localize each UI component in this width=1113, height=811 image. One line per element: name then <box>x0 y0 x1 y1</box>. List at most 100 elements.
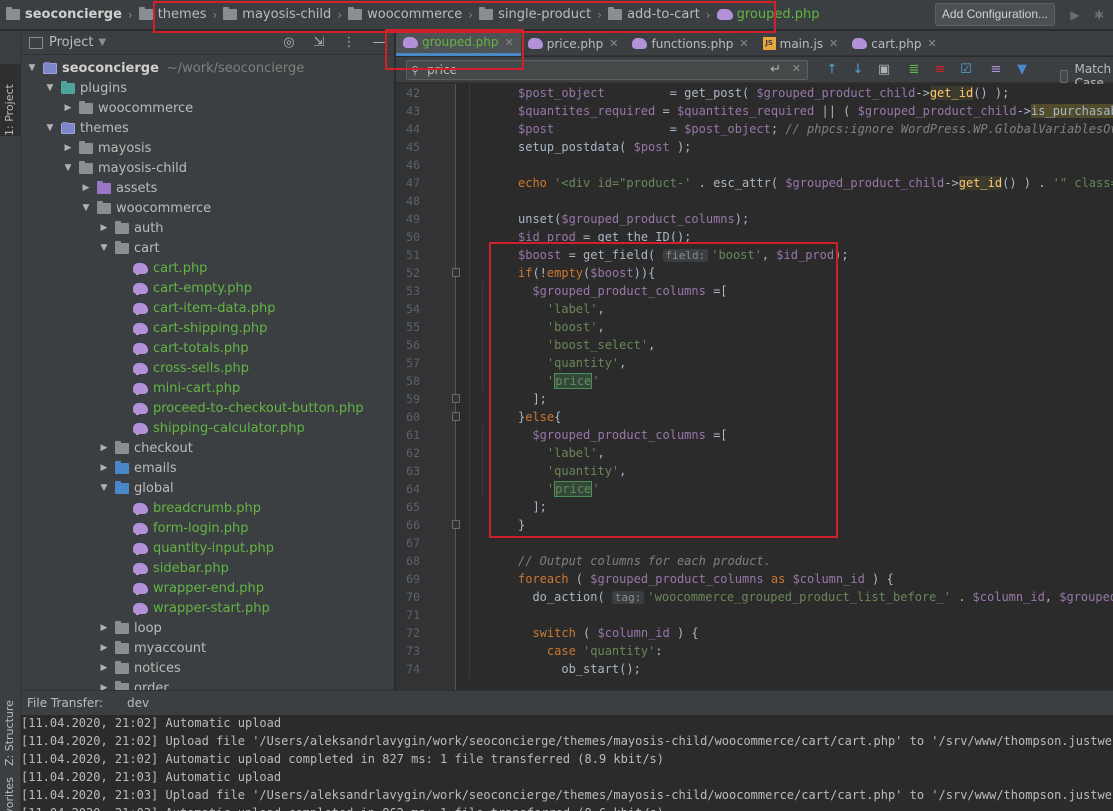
breadcrumb-item[interactable]: › add-to-cart <box>591 7 700 22</box>
close-icon[interactable]: ✕ <box>829 37 838 50</box>
debug-icon[interactable]: ✱ <box>1089 5 1109 25</box>
tree-folder-item[interactable]: ▶ auth <box>97 218 164 238</box>
editor-tab[interactable]: price.php ✕ <box>521 31 626 56</box>
tree-folder-item[interactable]: ▶ mayosis <box>61 138 151 158</box>
chevron-down-icon[interactable]: ▼ <box>98 37 106 48</box>
find-input[interactable] <box>427 63 728 77</box>
code-line: ]; <box>518 390 546 408</box>
chevron-down-icon[interactable]: ▼ <box>97 243 111 253</box>
chevron-down-icon[interactable]: ▼ <box>97 483 111 493</box>
chevron-right-icon[interactable]: ▶ <box>97 683 111 690</box>
tree-file-item[interactable]: cart-totals.php <box>115 338 249 358</box>
editor-tab[interactable]: grouped.php ✕ <box>396 31 521 56</box>
favorites-tool-tab[interactable]: 2: Favorites <box>0 777 21 811</box>
tree-folder-item[interactable]: ▼ mayosis-child <box>61 158 187 178</box>
tree-folder-item[interactable]: ▶ assets <box>79 178 157 198</box>
breadcrumb-item[interactable]: › woocommerce <box>331 7 462 22</box>
new-line-icon[interactable]: ↵ <box>770 62 781 77</box>
select-all-occurrences-icon[interactable]: ☑ <box>957 61 975 79</box>
remove-occurrence-icon[interactable]: ≡ <box>931 61 949 79</box>
fold-marker-icon[interactable] <box>452 412 460 421</box>
close-icon[interactable]: ✕ <box>505 36 514 49</box>
tree-file-item[interactable]: cart-empty.php <box>115 278 252 298</box>
tree-folder-item[interactable]: ▶ myaccount <box>97 638 206 658</box>
close-icon[interactable]: ✕ <box>739 37 748 50</box>
chevron-down-icon[interactable]: ▼ <box>25 63 39 73</box>
tree-file-item[interactable]: wrapper-end.php <box>115 578 264 598</box>
tree-file-item[interactable]: proceed-to-checkout-button.php <box>115 398 364 418</box>
breadcrumb-item[interactable]: › single-product <box>462 7 591 22</box>
tree-folder-item[interactable]: ▶ checkout <box>97 438 193 458</box>
clear-search-icon[interactable]: ✕ <box>792 62 801 75</box>
tree-folder-item[interactable]: ▼ global <box>97 478 174 498</box>
chevron-right-icon[interactable]: ▶ <box>61 103 75 113</box>
collapse-all-icon[interactable]: ⇲ <box>308 34 330 52</box>
hide-panel-icon[interactable]: — <box>368 34 390 52</box>
code-editor[interactable]: 42 43 44 45 46 47 48 49 50 51 52 53 54 55 56 57 58 59 60 61… <box>396 84 1113 690</box>
breadcrumb-item[interactable]: › themes <box>122 7 206 22</box>
tree-file-item[interactable]: cart-shipping.php <box>115 318 267 338</box>
tree-file-item[interactable]: cart-item-data.php <box>115 298 275 318</box>
chevron-right-icon[interactable]: ▶ <box>97 463 111 473</box>
chevron-down-icon[interactable]: ▼ <box>61 163 75 173</box>
tree-file-item[interactable]: form-login.php <box>115 518 249 538</box>
funnel-icon[interactable]: ▼ <box>1013 61 1031 79</box>
project-tool-tab[interactable]: 1: Project <box>0 64 21 136</box>
chevron-down-icon[interactable]: ▼ <box>43 123 57 133</box>
close-icon[interactable]: ✕ <box>928 37 937 50</box>
close-icon[interactable]: ✕ <box>609 37 618 50</box>
chevron-right-icon[interactable]: ▶ <box>79 183 93 193</box>
structure-tool-tab[interactable]: Z: Structure <box>0 696 21 768</box>
tree-file-item[interactable]: cart.php <box>115 258 207 278</box>
breadcrumb-item[interactable]: seoconcierge <box>6 7 122 22</box>
code-token: 'quantity' <box>546 356 620 370</box>
chevron-right-icon[interactable]: ▶ <box>97 623 111 633</box>
match-case-box[interactable] <box>1060 69 1069 83</box>
find-in-window-icon[interactable]: ▣ <box>875 61 893 79</box>
tree-file-item[interactable]: quantity-input.php <box>115 538 274 558</box>
tree-file-item[interactable]: cross-sells.php <box>115 358 249 378</box>
next-occurrence-icon[interactable]: ↓ <box>849 61 867 79</box>
chevron-right-icon[interactable]: ▶ <box>97 223 111 233</box>
editor-tab[interactable]: JS main.js ✕ <box>756 31 846 56</box>
add-occurrence-icon[interactable]: ≣ <box>905 61 923 79</box>
code-token: ob_start(); <box>518 662 641 676</box>
tree-file-item[interactable]: breadcrumb.php <box>115 498 261 518</box>
run-icon[interactable]: ▶ <box>1065 5 1085 25</box>
file-transfer-tab-dev[interactable]: dev <box>121 693 155 713</box>
tree-folder-item[interactable]: ▼ seoconcierge ~/work/seoconcierge <box>25 58 305 78</box>
search-icon[interactable]: ⚲ <box>411 64 419 77</box>
previous-occurrence-icon[interactable]: ↑ <box>823 61 841 79</box>
project-view-selector[interactable]: Project <box>49 35 93 50</box>
breadcrumb-item[interactable]: › mayosis-child <box>206 7 331 22</box>
filter-search-results-icon[interactable]: ≡ <box>987 61 1005 79</box>
fold-marker-icon[interactable] <box>452 520 460 529</box>
tree-folder-item[interactable]: ▼ themes <box>43 118 129 138</box>
tree-folder-item[interactable]: ▶ emails <box>97 458 177 478</box>
tree-file-item[interactable]: mini-cart.php <box>115 378 240 398</box>
tree-folder-item[interactable]: ▼ cart <box>97 238 160 258</box>
options-icon[interactable]: ⋮ <box>338 34 360 52</box>
fold-marker-icon[interactable] <box>452 394 460 403</box>
add-configuration-button[interactable]: Add Configuration... <box>934 3 1055 26</box>
tree-folder-item[interactable]: ▼ woocommerce <box>79 198 211 218</box>
breadcrumb-item[interactable]: › grouped.php <box>700 7 820 22</box>
fold-marker-icon[interactable] <box>452 268 460 277</box>
tree-file-item[interactable]: shipping-calculator.php <box>115 418 305 438</box>
tree-folder-item[interactable]: ▼ plugins <box>43 78 127 98</box>
chevron-down-icon[interactable]: ▼ <box>79 203 93 213</box>
editor-tab[interactable]: functions.php ✕ <box>625 31 755 56</box>
tree-file-item[interactable]: sidebar.php <box>115 558 229 578</box>
tree-file-item[interactable]: wrapper-start.php <box>115 598 270 618</box>
tree-folder-item[interactable]: ▶ woocommerce <box>61 98 193 118</box>
chevron-right-icon[interactable]: ▶ <box>97 443 111 453</box>
chevron-down-icon[interactable]: ▼ <box>43 83 57 93</box>
chevron-right-icon[interactable]: ▶ <box>61 143 75 153</box>
editor-tab[interactable]: cart.php ✕ <box>845 31 943 56</box>
chevron-right-icon[interactable]: ▶ <box>97 663 111 673</box>
chevron-right-icon[interactable]: ▶ <box>97 643 111 653</box>
tree-folder-item[interactable]: ▶ order <box>97 678 169 690</box>
tree-folder-item[interactable]: ▶ loop <box>97 618 162 638</box>
locate-file-icon[interactable]: ◎ <box>278 34 300 52</box>
tree-folder-item[interactable]: ▶ notices <box>97 658 181 678</box>
